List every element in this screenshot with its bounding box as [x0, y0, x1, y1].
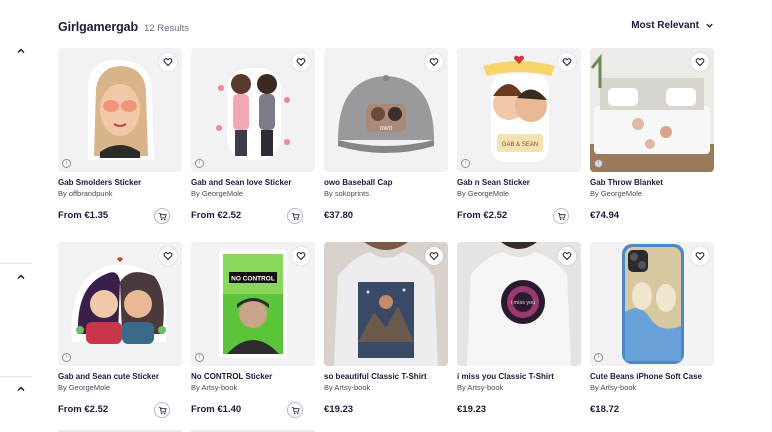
product-card[interactable]: i Gab and Sean love Sticker By GeorgeMol… [191, 48, 315, 228]
results-header: Girlgamergab 12 Results Most Relevant [58, 20, 714, 38]
product-artist[interactable]: By Artsy-book [590, 383, 714, 392]
product-card[interactable]: i miss you i miss you Classic T-Shirt By… [457, 242, 581, 422]
product-price: €37.80 [324, 210, 354, 221]
product-image[interactable]: i [191, 48, 315, 172]
product-artist[interactable]: By sokoprints [324, 189, 448, 198]
product-card[interactable]: i Cute Beans iPhone Soft Case By Artsy-b… [590, 242, 714, 422]
product-price: From €1.40 [191, 404, 242, 415]
product-image[interactable]: NO CONTROL i [191, 242, 315, 366]
info-icon[interactable]: i [594, 353, 603, 362]
sticker-banner-text: GAB & SEAN [502, 142, 538, 148]
product-artist[interactable]: By Artsy-book [324, 383, 448, 392]
sort-label: Most Relevant [631, 20, 699, 31]
collapse-filter-3-chevron-up-icon[interactable] [14, 382, 28, 396]
product-image[interactable] [324, 242, 448, 366]
product-image[interactable]: owo [324, 48, 448, 172]
product-price: From €2.52 [457, 210, 508, 221]
favorite-heart-icon[interactable] [558, 53, 576, 71]
product-artist[interactable]: By GeorgeMole [590, 189, 714, 198]
favorite-heart-icon[interactable] [159, 53, 177, 71]
product-price: From €1.35 [58, 210, 109, 221]
add-to-cart-icon[interactable] [287, 208, 303, 224]
product-title[interactable]: Gab n Sean Sticker [457, 178, 581, 187]
product-price: From €2.52 [58, 404, 109, 415]
product-card[interactable]: owo owo Baseball Cap By sokoprints €37.8… [324, 48, 448, 228]
product-card[interactable]: i Gab Throw Blanket By GeorgeMole €74.94 [590, 48, 714, 228]
favorite-heart-icon[interactable] [425, 247, 443, 265]
info-icon[interactable]: i [195, 159, 204, 168]
product-price: €18.72 [590, 404, 620, 415]
add-to-cart-icon[interactable] [553, 208, 569, 224]
product-image[interactable]: i [590, 48, 714, 172]
filter-divider [0, 263, 32, 264]
product-title[interactable]: Cute Beans iPhone Soft Case [590, 372, 714, 381]
page-title: Girlgamergab [58, 20, 139, 34]
product-title[interactable]: Gab Throw Blanket [590, 178, 714, 187]
add-to-cart-icon[interactable] [154, 402, 170, 418]
product-artist[interactable]: By GeorgeMole [191, 189, 315, 198]
filter-divider [0, 376, 32, 377]
chevron-down-icon [706, 23, 713, 28]
product-card[interactable]: i Gab Smolders Sticker By offbrandpunk F… [58, 48, 182, 228]
product-title[interactable]: owo Baseball Cap [324, 178, 448, 187]
favorite-heart-icon[interactable] [558, 247, 576, 265]
no-control-text: NO CONTROL [231, 276, 275, 283]
product-title[interactable]: Gab and Sean cute Sticker [58, 372, 182, 381]
product-title[interactable]: No CONTROL Sticker [191, 372, 315, 381]
favorite-heart-icon[interactable] [425, 53, 443, 71]
product-image[interactable]: i [590, 242, 714, 366]
filter-rail [0, 0, 32, 432]
results-count: 12 Results [144, 23, 189, 34]
info-icon[interactable]: i [62, 159, 71, 168]
collapse-filter-2-chevron-up-icon[interactable] [14, 270, 28, 284]
cap-patch-text: owo [380, 125, 393, 132]
product-artist[interactable]: By GeorgeMole [457, 189, 581, 198]
product-image[interactable]: i miss you [457, 242, 581, 366]
product-price: From €2.52 [191, 210, 242, 221]
product-card[interactable]: i Gab and Sean cute Sticker By GeorgeMol… [58, 242, 182, 422]
add-to-cart-icon[interactable] [154, 208, 170, 224]
add-to-cart-icon[interactable] [287, 402, 303, 418]
product-artist[interactable]: By Artsy-book [191, 383, 315, 392]
product-card[interactable]: so beautiful Classic T-Shirt By Artsy-bo… [324, 242, 448, 422]
product-price: €74.94 [590, 210, 620, 221]
favorite-heart-icon[interactable] [691, 53, 709, 71]
product-artist[interactable]: By offbrandpunk [58, 189, 182, 198]
product-card[interactable]: NO CONTROL i No CONTROL Sticker By Artsy… [191, 242, 315, 422]
info-icon[interactable]: i [195, 353, 204, 362]
product-image[interactable]: GAB & SEAN i [457, 48, 581, 172]
favorite-heart-icon[interactable] [159, 247, 177, 265]
product-artist[interactable]: By GeorgeMole [58, 383, 182, 392]
info-icon[interactable]: i [594, 159, 603, 168]
info-icon[interactable]: i [62, 353, 71, 362]
product-card[interactable]: GAB & SEAN i Gab n Sean Sticker By Georg… [457, 48, 581, 228]
product-title[interactable]: Gab and Sean love Sticker [191, 178, 315, 187]
product-price: €19.23 [324, 404, 354, 415]
product-image[interactable]: i [58, 242, 182, 366]
product-title[interactable]: so beautiful Classic T-Shirt [324, 372, 448, 381]
product-image[interactable]: i [58, 48, 182, 172]
product-title[interactable]: Gab Smolders Sticker [58, 178, 182, 187]
product-title[interactable]: i miss you Classic T-Shirt [457, 372, 581, 381]
miss-you-text: i miss you [511, 300, 535, 306]
favorite-heart-icon[interactable] [292, 53, 310, 71]
favorite-heart-icon[interactable] [691, 247, 709, 265]
product-price: €19.23 [457, 404, 487, 415]
sort-dropdown[interactable]: Most Relevant [631, 20, 714, 31]
favorite-heart-icon[interactable] [292, 247, 310, 265]
info-icon[interactable]: i [461, 159, 470, 168]
collapse-filter-1-chevron-up-icon[interactable] [14, 44, 28, 58]
product-artist[interactable]: By Artsy-book [457, 383, 581, 392]
product-grid: i Gab Smolders Sticker By offbrandpunk F… [58, 48, 715, 422]
